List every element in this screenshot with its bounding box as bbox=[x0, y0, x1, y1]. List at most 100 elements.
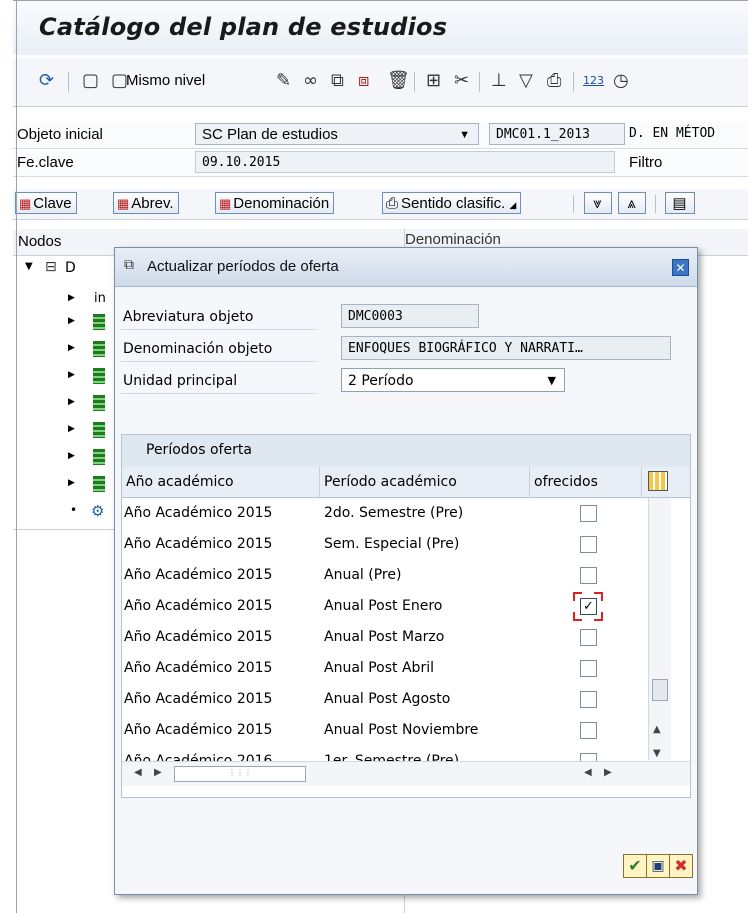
objeto-type-select[interactable]: SC Plan de estudios ▼ bbox=[195, 123, 479, 145]
layout-button[interactable]: ▤ bbox=[665, 192, 695, 214]
offered-checkbox[interactable] bbox=[580, 722, 597, 739]
objeto-code-field[interactable]: DMC01.1_2013 bbox=[489, 123, 625, 145]
bullet-icon: • bbox=[70, 503, 78, 517]
curriculum-item-icon bbox=[93, 395, 105, 411]
abrev-field[interactable]: DMC0003 bbox=[341, 304, 479, 328]
cancel-button[interactable]: ✖ bbox=[669, 854, 693, 878]
expand-triangle-icon[interactable]: ▶ bbox=[68, 370, 75, 380]
grid-icon: ▦ bbox=[219, 196, 232, 211]
curriculum-item-icon bbox=[93, 476, 105, 492]
save-icon[interactable]: ⟳ bbox=[39, 70, 54, 92]
expand-triangle-icon[interactable]: ▶ bbox=[68, 397, 75, 407]
year-cell: Año Académico 2015 bbox=[124, 505, 273, 521]
nodos-column-header[interactable]: Nodos bbox=[18, 233, 61, 250]
filter-icon[interactable]: ▽ bbox=[519, 70, 533, 92]
glasses-icon[interactable]: ∞ bbox=[303, 70, 318, 92]
delete-icon[interactable]: 🗑 bbox=[387, 70, 410, 92]
sort-icon[interactable]: ⊥ bbox=[491, 70, 507, 92]
year-cell: Año Académico 2015 bbox=[124, 598, 273, 614]
collapse-all-button[interactable]: ⩓ bbox=[618, 192, 646, 214]
table-row[interactable]: Año Académico 2015 2do. Semestre (Pre) bbox=[122, 498, 642, 529]
new-document-icon[interactable]: ▢ bbox=[82, 70, 99, 92]
scroll-left-icon[interactable]: ◀ bbox=[134, 767, 142, 778]
table-row[interactable]: Año Académico 2015 Anual Post Noviembre bbox=[122, 715, 642, 746]
mismo-nivel-button[interactable]: Mismo nivel bbox=[126, 72, 205, 89]
table-row[interactable]: Año Académico 2015 Sem. Especial (Pre) bbox=[122, 529, 642, 560]
col-year-header[interactable]: Año académico bbox=[122, 467, 320, 497]
collapse-triangle-icon[interactable]: ▼ bbox=[25, 261, 33, 272]
fecha-field[interactable]: 09.10.2015 bbox=[195, 151, 615, 173]
pencil-icon[interactable]: ✎ bbox=[276, 70, 291, 92]
floppy-icon: ▣ bbox=[651, 858, 665, 874]
expand-triangle-icon[interactable]: ▶ bbox=[68, 478, 75, 488]
table-row[interactable]: Año Académico 2015 Anual Post Enero ✓ bbox=[122, 591, 642, 622]
collapse-icon: ⩓ bbox=[627, 195, 636, 212]
table-row[interactable]: Año Académico 2015 Anual Post Abril bbox=[122, 653, 642, 684]
print-icon[interactable]: ⎙ bbox=[547, 70, 561, 92]
window-title-bar: Catálogo del plan de estudios bbox=[13, 0, 748, 55]
denominacion-column-header[interactable]: Denominación bbox=[405, 231, 501, 248]
denom-field[interactable]: ENFOQUES BIOGRÁFICO Y NARRATI… bbox=[341, 336, 671, 360]
offered-checkbox[interactable] bbox=[580, 567, 597, 584]
offered-checkbox[interactable] bbox=[580, 536, 597, 553]
denominacion-button[interactable]: ▦ Denominación bbox=[215, 192, 335, 214]
confirm-button[interactable]: ✔ bbox=[623, 854, 647, 878]
table-settings-icon[interactable] bbox=[648, 471, 668, 491]
unidad-label: Unidad principal bbox=[121, 366, 317, 394]
clave-button[interactable]: ▦ Clave bbox=[15, 192, 77, 214]
transport-icon[interactable]: ⧈ bbox=[358, 70, 369, 92]
offered-checkbox[interactable]: ✓ bbox=[580, 598, 597, 615]
period-cell: Anual Post Abril bbox=[324, 660, 434, 676]
table-row[interactable]: Año Académico 2015 Anual Post Marzo bbox=[122, 622, 642, 653]
copy-icon[interactable]: ⧉ bbox=[331, 70, 344, 92]
application-toolbar: ⟳ ▢ ▢ Mismo nivel ✎ ∞ ⧉ ⧈ 🗑 ⊞ ✂ ⊥ ▽ ⎙ 12… bbox=[13, 58, 748, 107]
calculator-icon[interactable]: 123 bbox=[583, 70, 604, 92]
scrollbar-thumb[interactable] bbox=[652, 679, 668, 701]
horizontal-scrollbar[interactable]: ◀ ▶ ⋮⋮⋮ ◀ ▶ bbox=[122, 761, 690, 786]
table-row[interactable]: Año Académico 2015 Anual (Pre) bbox=[122, 560, 642, 591]
offered-checkbox[interactable] bbox=[580, 629, 597, 646]
objeto-label: Objeto inicial bbox=[17, 126, 103, 143]
table-row[interactable]: Año Académico 2015 Anual Post Agosto bbox=[122, 684, 642, 715]
denom-label: Denominación objeto bbox=[121, 334, 317, 362]
sentido-clasific-button[interactable]: ⎙ Sentido clasific. ◢ bbox=[382, 192, 522, 214]
scroll-left-icon[interactable]: ◀ bbox=[584, 767, 592, 778]
offered-checkbox[interactable] bbox=[580, 691, 597, 708]
gear-icon: ⚙ bbox=[91, 502, 105, 520]
scrollbar-thumb[interactable]: ⋮⋮⋮ bbox=[174, 766, 306, 782]
save-button[interactable]: ▣ bbox=[646, 854, 670, 878]
offered-checkbox[interactable] bbox=[580, 660, 597, 677]
scroll-down-icon[interactable]: ▼ bbox=[653, 748, 661, 759]
scroll-right-icon[interactable]: ▶ bbox=[604, 767, 612, 778]
toolbar-separator bbox=[68, 72, 69, 92]
expand-triangle-icon[interactable]: ▶ bbox=[68, 316, 75, 326]
clock-icon[interactable]: ◷ bbox=[613, 70, 629, 92]
col-period-header[interactable]: Período académico bbox=[320, 467, 530, 497]
col-offered-header[interactable]: ofrecidos bbox=[530, 467, 642, 497]
chevron-down-icon: ▼ bbox=[459, 129, 470, 141]
tree-node-label: in bbox=[94, 291, 106, 306]
expand-triangle-icon[interactable]: ▶ bbox=[68, 424, 75, 434]
period-cell: Sem. Especial (Pre) bbox=[324, 536, 460, 552]
close-icon[interactable]: ✕ bbox=[672, 259, 689, 276]
unidad-value: 2 Período bbox=[348, 373, 414, 389]
dropdown-icon: ◢ bbox=[509, 200, 517, 210]
unidad-select[interactable]: 2 Período ▼ bbox=[341, 368, 565, 392]
expand-triangle-icon[interactable]: ▶ bbox=[68, 293, 75, 303]
expand-triangle-icon[interactable]: ▶ bbox=[68, 451, 75, 461]
scroll-up-icon[interactable]: ▲ bbox=[653, 724, 661, 735]
expand-icon: ⩔ bbox=[593, 195, 602, 212]
sort-icon: ⎙ bbox=[386, 195, 399, 212]
scroll-right-icon[interactable]: ▶ bbox=[154, 767, 162, 778]
year-cell: Año Académico 2015 bbox=[124, 660, 273, 676]
expand-all-button[interactable]: ⩔ bbox=[584, 192, 612, 214]
period-cell: Anual Post Agosto bbox=[324, 691, 451, 707]
grid-icon: ▦ bbox=[19, 196, 32, 211]
offered-checkbox[interactable] bbox=[580, 505, 597, 522]
abrev-button[interactable]: ▦ Abrev. bbox=[113, 192, 179, 214]
expand-triangle-icon[interactable]: ▶ bbox=[68, 343, 75, 353]
cut-icon[interactable]: ✂ bbox=[454, 70, 469, 92]
vertical-scrollbar[interactable]: ▲ ▼ bbox=[648, 498, 671, 760]
structure-icon[interactable]: ⊞ bbox=[426, 70, 441, 92]
objeto-desc: D. EN MÉTOD bbox=[629, 126, 716, 141]
